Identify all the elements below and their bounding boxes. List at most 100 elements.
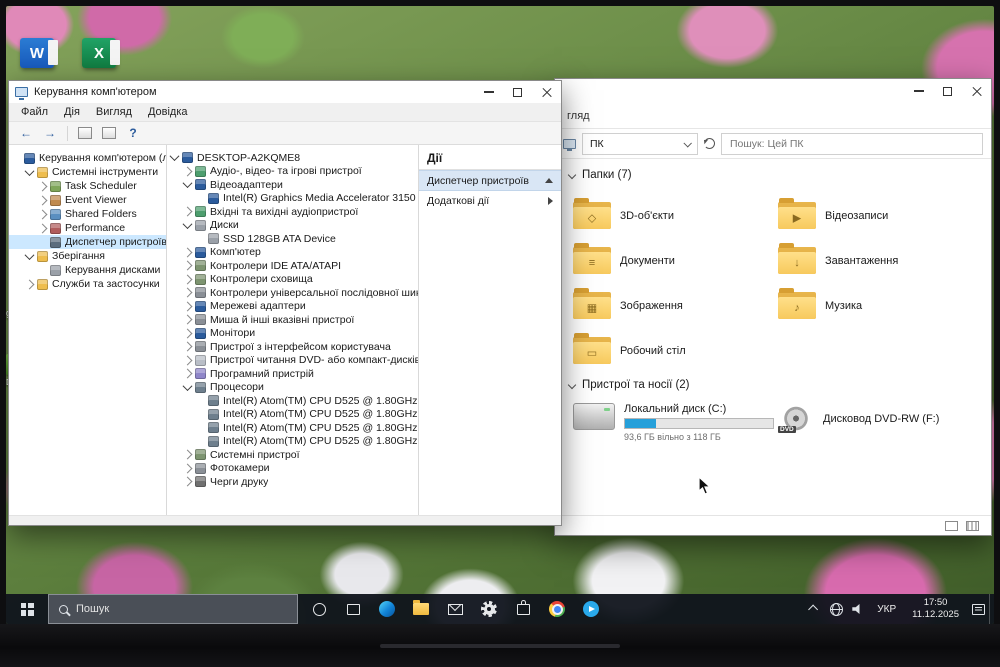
collapse-icon[interactable] (182, 380, 193, 391)
tree-item[interactable]: Керування комп'ютером (лок (9, 151, 166, 165)
maximize-button[interactable] (503, 81, 532, 103)
volume-icon[interactable] (847, 594, 869, 624)
tree-item[interactable]: Системні пристрої (167, 448, 418, 462)
telegram-icon[interactable] (574, 594, 608, 624)
word-shortcut-icon[interactable]: W (20, 38, 58, 68)
folder-item[interactable]: ♪ Музика (778, 283, 983, 328)
expand-icon[interactable] (182, 449, 193, 460)
folder-item[interactable]: ≡ Документи (573, 238, 778, 283)
tree-item[interactable]: Контролери універсальної послідовної шин… (167, 286, 418, 300)
collapse-icon[interactable] (545, 178, 553, 183)
expand-icon[interactable] (182, 287, 193, 298)
tree-item[interactable]: Програмний пристрій (167, 367, 418, 381)
devices-group-header[interactable]: Пристрої та носії (2) (567, 379, 981, 391)
refresh-icon[interactable] (704, 138, 715, 149)
expand-icon[interactable] (24, 279, 35, 289)
tree-item[interactable]: Процесори (167, 380, 418, 395)
expand-icon[interactable] (182, 341, 193, 352)
excel-shortcut-icon[interactable]: X (82, 38, 120, 68)
details-view-icon[interactable] (945, 520, 958, 531)
close-button[interactable] (532, 81, 561, 103)
forward-icon[interactable]: → (39, 123, 61, 143)
expand-icon[interactable] (182, 247, 193, 258)
expand-icon[interactable] (37, 181, 48, 191)
tree-item[interactable]: Пристрої з інтерфейсом користувача (167, 340, 418, 354)
tree-item[interactable]: Пристрої читання DVD- або компакт-дисків (167, 354, 418, 368)
chrome-icon[interactable] (540, 594, 574, 624)
tree-item[interactable]: Фотокамери (167, 462, 418, 476)
help-icon[interactable]: ? (122, 123, 144, 143)
tree-item[interactable]: Диски (167, 218, 418, 233)
tree-item[interactable]: Intel(R) Atom(TM) CPU D525 @ 1.80GHz (167, 421, 418, 435)
expand-icon[interactable] (182, 314, 193, 325)
menubar-item[interactable]: Дія (56, 104, 88, 120)
expand-icon[interactable] (182, 463, 193, 474)
tree-item[interactable]: Служби та застосунки (9, 277, 166, 291)
minimize-button[interactable] (474, 81, 503, 103)
expand-icon[interactable] (182, 206, 193, 217)
edge-icon[interactable] (370, 594, 404, 624)
show-desktop-button[interactable] (989, 594, 994, 624)
back-icon[interactable]: ← (15, 123, 37, 143)
view-tab-partial[interactable]: гляд (567, 110, 590, 122)
tree-item[interactable]: Комп'ютер (167, 246, 418, 260)
console-tree-icon[interactable] (74, 123, 96, 143)
close-button[interactable] (962, 79, 991, 103)
tree-item[interactable]: Task Scheduler (9, 179, 166, 193)
tree-item[interactable]: Вхідні та вихідні аудіопристрої (167, 205, 418, 219)
folder-item[interactable]: ▭ Робочий стіл (573, 328, 778, 373)
tree-item[interactable]: Intel(R) Atom(TM) CPU D525 @ 1.80GHz (167, 435, 418, 449)
collapse-icon[interactable] (182, 218, 193, 229)
mail-icon[interactable] (438, 594, 472, 624)
expand-icon[interactable] (182, 166, 193, 177)
task-view-icon[interactable] (336, 594, 370, 624)
folders-group-header[interactable]: Папки (7) (567, 169, 981, 181)
expand-icon[interactable] (548, 197, 553, 205)
network-icon[interactable] (825, 594, 847, 624)
tray-expand-icon[interactable] (803, 594, 825, 624)
expand-icon[interactable] (182, 355, 193, 366)
tree-item[interactable]: Системні інструменти (9, 165, 166, 179)
explorer-titlebar[interactable] (555, 79, 991, 103)
tree-item[interactable]: Диспетчер пристроїв (9, 235, 166, 249)
tree-item[interactable]: Intel(R) Atom(TM) CPU D525 @ 1.80GHz (167, 394, 418, 408)
chevron-down-icon[interactable] (683, 138, 692, 148)
minimize-button[interactable] (904, 79, 933, 103)
cortana-icon[interactable] (302, 594, 336, 624)
folder-item[interactable]: ▶ Відеозаписи (778, 193, 983, 238)
thumbnails-view-icon[interactable] (966, 520, 979, 531)
collapse-icon[interactable] (182, 178, 193, 189)
expand-icon[interactable] (182, 301, 193, 312)
expand-icon[interactable] (182, 328, 193, 339)
address-field[interactable]: ПК (582, 132, 698, 155)
actions-more-actions[interactable]: Додаткові дії (419, 191, 561, 212)
tree-item[interactable]: Shared Folders (9, 207, 166, 221)
menubar-item[interactable]: Довідка (140, 104, 196, 120)
tree-item[interactable]: Миша й інші вказівні пристрої (167, 313, 418, 327)
collapse-icon[interactable] (169, 151, 180, 162)
folder-item[interactable]: ▦ Зображення (573, 283, 778, 328)
folder-item[interactable]: ◇ 3D-об'єкти (573, 193, 778, 238)
expand-icon[interactable] (182, 476, 193, 487)
tree-item[interactable]: Event Viewer (9, 193, 166, 207)
expand-icon[interactable] (182, 260, 193, 271)
collapse-icon[interactable] (24, 165, 35, 176)
start-button[interactable] (6, 594, 48, 624)
explorer-search-input[interactable]: Пошук: Цей ПК (721, 132, 983, 155)
tree-item[interactable]: Контролери IDE ATA/ATAPI (167, 259, 418, 273)
maximize-button[interactable] (933, 79, 962, 103)
folder-item[interactable]: ↓ Завантаження (778, 238, 983, 283)
tree-item[interactable]: Контролери сховища (167, 273, 418, 287)
tree-item[interactable]: Мережеві адаптери (167, 300, 418, 314)
tree-item[interactable]: Монітори (167, 327, 418, 341)
mgmt-titlebar[interactable]: Керування комп'ютером (9, 81, 561, 103)
properties-icon[interactable] (98, 123, 120, 143)
menubar-item[interactable]: Вигляд (88, 104, 140, 120)
tree-item[interactable]: Intel(R) Graphics Media Accelerator 3150 (167, 192, 418, 206)
tree-item[interactable]: Зберігання (9, 249, 166, 263)
expand-icon[interactable] (37, 209, 48, 219)
clock[interactable]: 17:50 11.12.2025 (904, 597, 967, 622)
language-indicator[interactable]: УКР (869, 604, 904, 615)
expand-icon[interactable] (182, 274, 193, 285)
dvd-drive-f-item[interactable]: DVD Дисковод DVD-RW (F:) (778, 405, 939, 433)
